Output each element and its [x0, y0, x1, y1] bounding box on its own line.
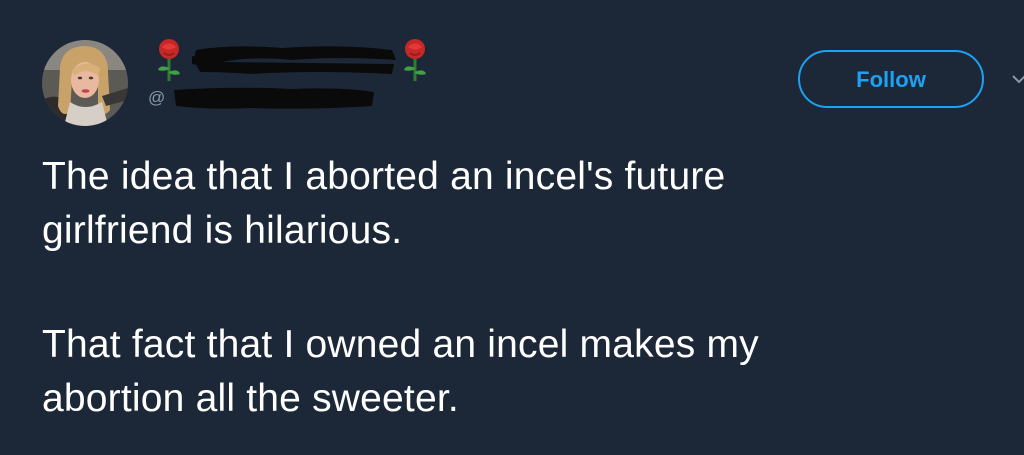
- avatar[interactable]: [42, 40, 128, 126]
- name-redaction: [192, 46, 396, 74]
- handle-redaction: [174, 87, 374, 109]
- tweet-text-line: abortion all the sweeter.: [42, 377, 459, 420]
- handle-prefix: @: [148, 88, 166, 107]
- avatar-photo: [42, 40, 128, 126]
- tweet-text-line: girlfriend is hilarious.: [42, 209, 403, 252]
- tweet-text-line: The idea that I aborted an incel's futur…: [42, 155, 726, 198]
- rose-emoji-right-icon: [404, 39, 426, 81]
- chevron-down-icon[interactable]: [1011, 70, 1024, 90]
- follow-button[interactable]: Follow: [798, 50, 984, 108]
- tweet-card: @ Follow The idea that I aborted an ince…: [0, 0, 1024, 455]
- tweet-text: The idea that I aborted an incel's futur…: [42, 150, 1012, 426]
- tweet-text-line: That fact that I owned an incel makes my: [42, 323, 759, 366]
- author-handle[interactable]: @: [146, 84, 386, 114]
- author-name[interactable]: [150, 38, 440, 82]
- rose-emoji-left-icon: [158, 39, 180, 81]
